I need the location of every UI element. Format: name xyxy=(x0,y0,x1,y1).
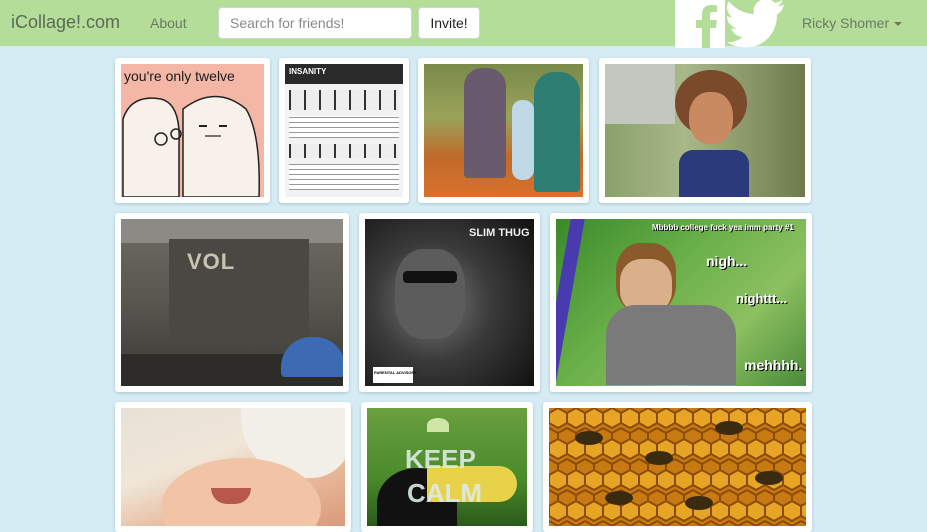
collage-image-card[interactable]: you're only twelve xyxy=(115,58,270,203)
collage-image-card[interactable] xyxy=(599,58,811,203)
honeycomb-pattern xyxy=(549,408,806,526)
collage-image-card[interactable] xyxy=(543,402,812,532)
artist-face xyxy=(395,249,465,339)
user-menu[interactable]: Ricky Shomer xyxy=(802,15,903,31)
chart-exercise-row xyxy=(289,90,399,110)
crown-icon xyxy=(427,418,449,432)
collage-image-card[interactable]: KEEP CALM xyxy=(361,402,533,532)
tent-pole xyxy=(556,219,585,386)
laughing-baby-photo xyxy=(121,408,345,526)
blue-cap xyxy=(281,337,343,377)
keep-calm-toucan: KEEP CALM xyxy=(367,408,527,526)
child-face xyxy=(689,92,733,144)
user-name: Ricky Shomer xyxy=(802,15,890,31)
collage-image-card[interactable]: INSANITY xyxy=(279,58,409,203)
brand-logo[interactable]: iCollage!.com xyxy=(11,12,120,33)
collage-image-card[interactable] xyxy=(115,402,351,532)
meme-line-3: mehhhh. xyxy=(744,357,803,373)
meme-line-1: nigh... xyxy=(706,253,748,269)
advisory-text: PARENTAL ADVISORY xyxy=(374,370,417,375)
image-caption: VOL xyxy=(187,249,236,274)
comic-drawing xyxy=(122,95,260,197)
nav-about-link[interactable]: About xyxy=(150,15,187,31)
honeycomb-bees-photo xyxy=(549,408,806,526)
facebook-icon[interactable] xyxy=(675,0,725,48)
sunglasses xyxy=(403,271,457,283)
image-caption: Mbbbb college fuck yea imm party #1 xyxy=(652,223,794,232)
collage-image-card[interactable]: VOL xyxy=(115,213,349,392)
person-figure xyxy=(534,72,580,192)
meme-line-2: nighttt... xyxy=(736,291,788,306)
caret-down-icon xyxy=(894,22,903,27)
youre-only-twelve-comic: you're only twelve xyxy=(121,64,264,197)
grey-sweater xyxy=(606,305,736,385)
image-caption: SLIM THUG xyxy=(469,227,530,239)
image-caption: KEEP xyxy=(405,444,476,474)
collage-image-card[interactable] xyxy=(418,58,589,203)
twitter-icon[interactable] xyxy=(725,0,787,48)
adult-shirt xyxy=(605,64,675,124)
volbeat-concert-photo: VOL xyxy=(121,219,343,386)
child-shirt xyxy=(679,150,749,197)
slim-thug-album-cover: SLIM THUG PARENTAL ADVISORY xyxy=(365,219,534,386)
search-input[interactable] xyxy=(218,7,412,39)
image-caption: INSANITY xyxy=(289,67,327,76)
collage-image-card[interactable]: SLIM THUG PARENTAL ADVISORY xyxy=(359,213,540,392)
pumpkin-patch-family-photo xyxy=(424,64,583,197)
collage-image-card[interactable]: Mbbbb college fuck yea imm party #1 nigh… xyxy=(550,213,812,392)
chart-table xyxy=(289,116,399,138)
image-caption-2: CALM xyxy=(407,478,483,508)
insanity-workout-chart: INSANITY xyxy=(285,64,403,197)
curly-haired-toddler-photo xyxy=(605,64,805,197)
person-figure xyxy=(464,68,506,178)
invite-button[interactable]: Invite! xyxy=(418,7,480,39)
parental-advisory-badge: PARENTAL ADVISORY xyxy=(373,367,417,383)
navbar: iCollage!.com About Invite! Ricky Shomer xyxy=(0,0,927,48)
college-meme: Mbbbb college fuck yea imm party #1 nigh… xyxy=(556,219,806,386)
chart-table xyxy=(289,164,399,190)
chart-exercise-row xyxy=(289,144,399,158)
child-figure xyxy=(512,100,534,180)
